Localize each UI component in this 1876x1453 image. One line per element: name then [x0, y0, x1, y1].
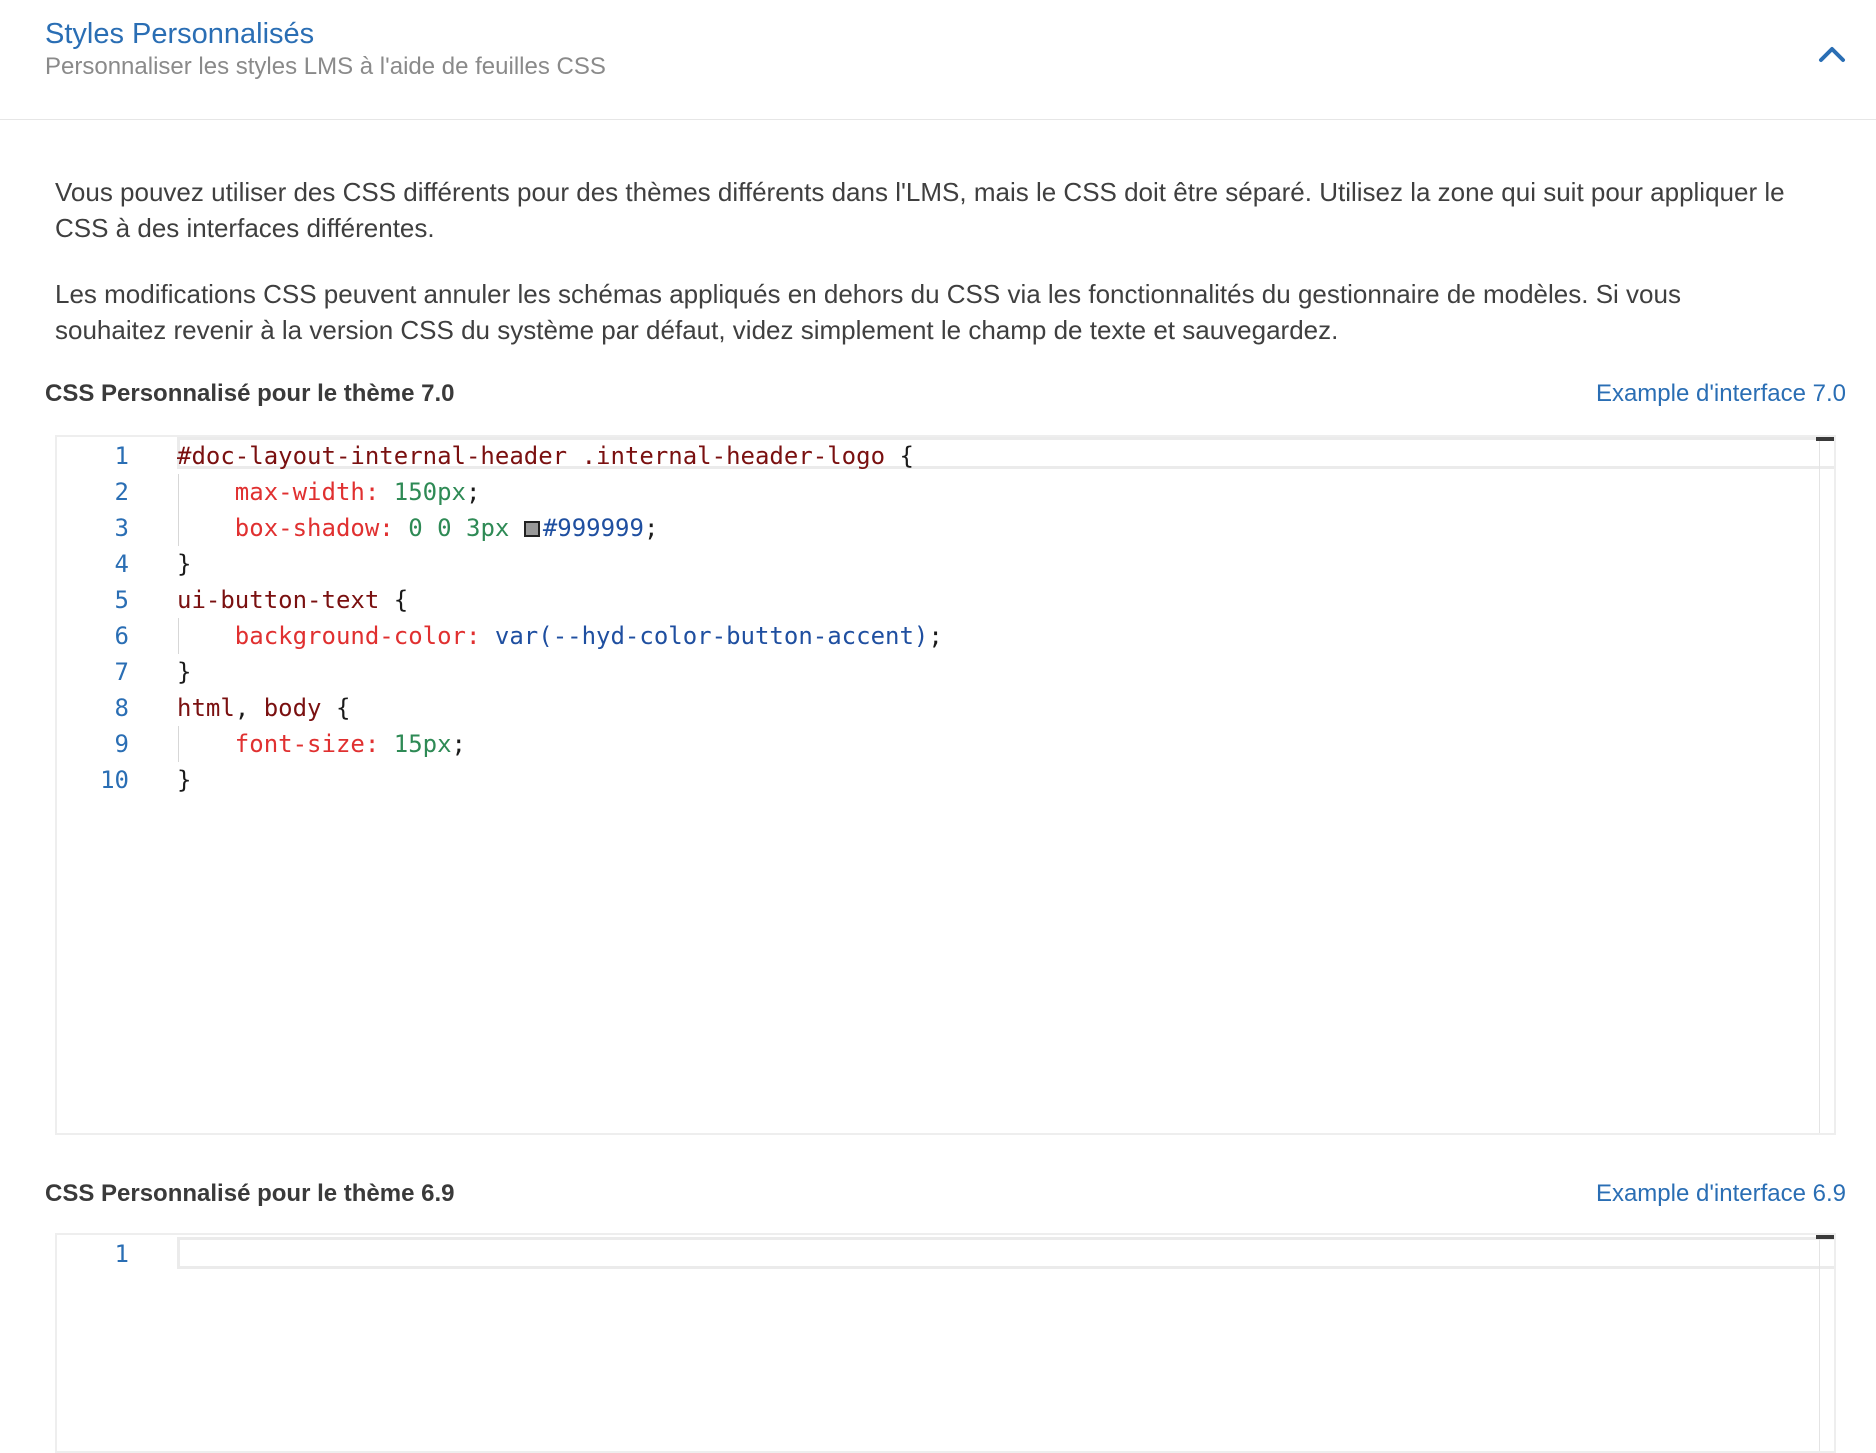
code-line[interactable]: 9 font-size: 15px;	[57, 726, 1834, 762]
line-number: 8	[114, 694, 129, 722]
line-number: 3	[114, 514, 129, 542]
code-token: background-color:	[234, 622, 481, 650]
code-line[interactable]: 8 html, body {	[57, 690, 1834, 726]
line-number: 4	[114, 550, 129, 578]
code-token: {	[321, 694, 351, 722]
code-text: background-color: var(--hyd-color-button…	[177, 618, 943, 654]
example-link-69[interactable]: Example d'interface 6.9	[1596, 1178, 1846, 1210]
color-swatch-icon[interactable]	[523, 521, 540, 537]
code-line[interactable]: 7}	[57, 654, 1834, 690]
code-token: ;	[451, 730, 466, 758]
code-text: html, body {	[177, 690, 350, 726]
code-token: 0 0 3px	[408, 514, 510, 542]
css-editor-70[interactable]: 1 #doc-layout-internal-header .internal-h…	[55, 435, 1836, 1135]
code-token: 15px	[393, 730, 452, 758]
code-line[interactable]: 4}	[57, 546, 1834, 582]
code-text: ui-button-text {	[177, 582, 408, 618]
theme-69-label: CSS Personnalisé pour le thème 6.9	[45, 1180, 455, 1207]
code-token: ,	[234, 694, 264, 722]
code-text: box-shadow: 0 0 3px #999999;	[177, 510, 659, 546]
code-line[interactable]: 10}	[57, 762, 1834, 798]
code-token: ui-button-text	[177, 586, 380, 614]
code-token: {	[885, 442, 914, 470]
line-number: 1	[114, 442, 129, 470]
code-token: box-shadow:	[234, 514, 394, 542]
panel-subtitle: Personnaliser les styles LMS à l'aide de…	[45, 53, 606, 80]
code-token: }	[177, 766, 192, 794]
code-token: ;	[643, 514, 659, 542]
description: Vous pouvez utiliser des CSS différents …	[55, 174, 1795, 378]
line-number: 6	[114, 622, 129, 650]
code-token: #999999	[542, 514, 644, 542]
panel-title: Styles Personnalisés	[45, 18, 315, 50]
code-token: ;	[466, 478, 481, 506]
code-token: #doc-layout-internal-header .internal-he…	[177, 442, 886, 470]
line-number: 7	[114, 658, 129, 686]
theme-70-label: CSS Personnalisé pour le thème 7.0	[45, 380, 455, 407]
panel-header[interactable]: Styles Personnalisés Personnaliser les s…	[0, 0, 1876, 120]
code-token: font-size:	[234, 730, 380, 758]
code-line[interactable]: 6 background-color: var(--hyd-color-butt…	[57, 618, 1834, 654]
code-token: max-width:	[234, 478, 380, 506]
code-text: }	[177, 654, 191, 690]
code-line[interactable]: 5 ui-button-text {	[57, 582, 1834, 618]
code-token: body	[263, 694, 322, 722]
code-line[interactable]: 1	[57, 1236, 1834, 1272]
line-number: 10	[100, 766, 129, 794]
code-token: html	[177, 694, 235, 722]
collapse-button[interactable]	[1812, 36, 1852, 70]
code-token: 150px	[393, 478, 466, 506]
code-token: {	[379, 586, 409, 614]
line-number: 2	[114, 478, 129, 506]
line-number: 1	[114, 1240, 129, 1268]
line-number: 9	[114, 730, 129, 758]
code-token: var(--hyd-color-button-accent)	[494, 622, 929, 650]
code-line[interactable]: 1 #doc-layout-internal-header .internal-h…	[57, 438, 1834, 474]
code-token: }	[177, 550, 192, 578]
css-editor-69[interactable]: 1	[55, 1233, 1836, 1453]
code-line[interactable]: 3 box-shadow: 0 0 3px #999999;	[57, 510, 1834, 546]
description-paragraph: Les modifications CSS peuvent annuler le…	[55, 279, 1681, 345]
description-paragraph: Vous pouvez utiliser des CSS différents …	[55, 177, 1785, 243]
code-text: font-size: 15px;	[177, 726, 466, 762]
code-text: }	[177, 762, 191, 798]
line-number: 5	[114, 586, 129, 614]
code-text: #doc-layout-internal-header .internal-he…	[177, 438, 914, 474]
code-text: }	[177, 546, 191, 582]
code-line[interactable]: 2 max-width: 150px;	[57, 474, 1834, 510]
code-token: ;	[928, 622, 943, 650]
code-text: max-width: 150px;	[177, 474, 481, 510]
example-link-70[interactable]: Example d'interface 7.0	[1596, 378, 1846, 410]
chevron-up-icon	[1819, 47, 1845, 62]
code-token: }	[177, 658, 192, 686]
